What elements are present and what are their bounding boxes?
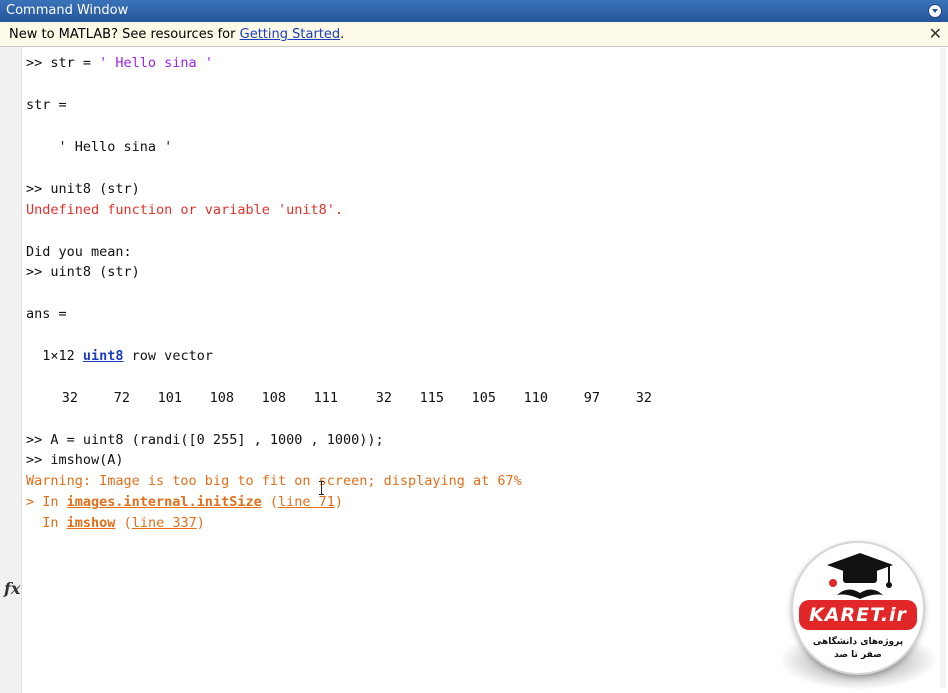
output-line: Did you mean: (26, 244, 132, 260)
value-cell: 101 (157, 390, 182, 406)
value-cell: 111 (313, 390, 338, 406)
prompt-gutter: fx (0, 47, 22, 693)
logo-tagline: صفر تا صد (834, 650, 882, 660)
value-cell: 105 (471, 390, 496, 406)
value-cell: 32 (375, 390, 392, 406)
output-line: str = (26, 97, 67, 113)
stack-line: > In images.internal.initSize (line 71) (26, 492, 343, 512)
command-line: >> str = ' Hello sina ' (26, 53, 213, 73)
fx-icon[interactable]: fx (4, 579, 20, 598)
chevron-down-icon[interactable] (928, 4, 942, 18)
paren: ( (261, 494, 278, 510)
stack-line: In imshow (line 337) (26, 513, 205, 533)
value-cell: 115 (419, 390, 444, 406)
getting-started-link[interactable]: Getting Started (240, 27, 341, 42)
initsize-link[interactable]: images.internal.initSize (67, 494, 262, 510)
value-cell: 97 (583, 390, 600, 406)
output-line: ' Hello sina ' (26, 139, 173, 155)
error-message: Undefined function or variable 'unit8'. (26, 202, 343, 218)
output-line: 1×12 uint8 row vector (26, 346, 213, 366)
type-text: row vector (123, 348, 213, 364)
value-cell: 108 (209, 390, 234, 406)
value-cell: 110 (523, 390, 548, 406)
size-text: 1×12 (26, 348, 83, 364)
paren: ( (115, 515, 132, 531)
info-bar: New to MATLAB? See resources for Getting… (0, 22, 948, 47)
paren: ) (334, 494, 344, 510)
value-cell: 32 (61, 390, 78, 406)
line-71-link[interactable]: line 71 (278, 494, 335, 510)
karet-logo: KARET.ir پروژه‌های دانشگاهی صفر تا صد (773, 535, 943, 690)
string-literal: ' Hello sina ' (99, 55, 213, 71)
info-text: New to MATLAB? See resources for Getting… (9, 27, 344, 42)
command-text: >> str = (26, 55, 100, 71)
info-suffix: . (340, 27, 345, 42)
command-line: >> imshow(A) (26, 452, 124, 468)
command-line: >> unit8 (str) (26, 181, 140, 197)
output-line: ans = (26, 306, 67, 322)
stack-prefix: In (26, 515, 67, 531)
suggestion-line[interactable]: >> uint8 (str) (26, 262, 140, 282)
line-337-link[interactable]: line 337 (132, 515, 197, 531)
paren: ) (196, 515, 205, 531)
logo-badge: KARET.ir (799, 600, 917, 630)
uint8-doc-link[interactable]: uint8 (83, 348, 124, 364)
text-cursor-icon (319, 481, 324, 495)
close-icon[interactable]: ✕ (929, 24, 942, 43)
command-line: >> A = uint8 (randi([0 255] , 1000 , 100… (26, 432, 384, 448)
warning-message: Warning: Image is too big to fit on scre… (26, 473, 522, 489)
info-prefix: New to MATLAB? See resources for (9, 27, 240, 42)
stack-prefix: > In (26, 494, 67, 510)
value-cell: 32 (635, 390, 652, 406)
value-row: 32 72 101 108 108 111 32 115 105 110 97 32 (26, 388, 686, 408)
window-title: Command Window (6, 3, 129, 18)
value-cell: 72 (113, 390, 130, 406)
title-bar: Command Window (0, 0, 948, 22)
imshow-link[interactable]: imshow (67, 515, 116, 531)
value-cell: 108 (261, 390, 286, 406)
logo-tagline: پروژه‌های دانشگاهی (812, 637, 904, 647)
